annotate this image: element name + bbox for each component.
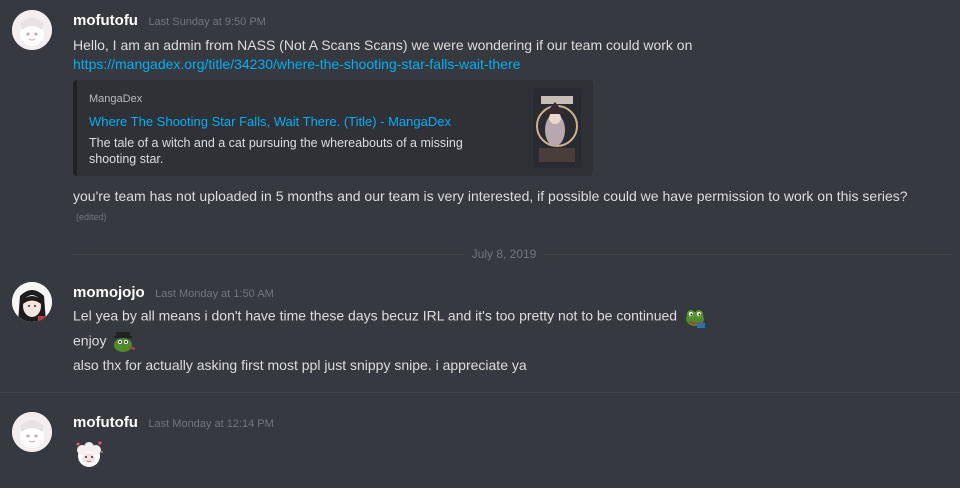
avatar-mofutofu-icon bbox=[12, 412, 52, 452]
message-text: enjoy bbox=[73, 331, 136, 353]
message-text-content: enjoy bbox=[73, 332, 107, 349]
manga-cover-icon bbox=[533, 88, 581, 168]
embed-description: The tale of a witch and a cat pursuing t… bbox=[89, 136, 463, 166]
embed-title[interactable]: Where The Shooting Star Falls, Wait Ther… bbox=[89, 114, 451, 129]
edited-label: (edited) bbox=[76, 212, 107, 222]
username[interactable]: momojojo bbox=[73, 284, 145, 301]
avatar[interactable] bbox=[12, 282, 52, 322]
embed-provider: MangaDex bbox=[89, 93, 143, 105]
date-divider-label: July 8, 2019 bbox=[463, 247, 545, 261]
message-group-1: mofutofu Last Sunday at 9:50 PM Hello, I… bbox=[0, 0, 960, 240]
message-group-2: momojojo Last Monday at 1:50 AM Lel yea … bbox=[0, 276, 960, 386]
embed-thumbnail[interactable] bbox=[533, 88, 581, 168]
pepe-hat-emoji-icon[interactable] bbox=[113, 331, 136, 353]
message-group-3: mofutofu Last Monday at 12:14 PM bbox=[0, 404, 960, 488]
message-emoji-only bbox=[73, 438, 105, 470]
avatar-momojojo-icon bbox=[12, 282, 52, 322]
avatar[interactable] bbox=[12, 412, 52, 452]
timestamp: Last Monday at 1:50 AM bbox=[155, 288, 274, 300]
avatar-mofutofu-icon bbox=[12, 10, 52, 50]
username[interactable]: mofutofu bbox=[73, 12, 138, 29]
message-separator bbox=[0, 392, 960, 393]
timestamp: Last Monday at 12:14 PM bbox=[148, 418, 274, 430]
message-text: you're team has not uploaded in 5 months… bbox=[73, 188, 908, 204]
timestamp: Last Sunday at 9:50 PM bbox=[148, 16, 266, 28]
sheep-emoji-icon[interactable] bbox=[73, 438, 105, 470]
link-embed: MangaDex Where The Shooting Star Falls, … bbox=[73, 80, 593, 176]
message-text: Lel yea by all means i don't have time t… bbox=[73, 306, 706, 328]
message-text: Hello, I am an admin from NASS (Not A Sc… bbox=[73, 37, 693, 53]
username[interactable]: mofutofu bbox=[73, 414, 138, 431]
message-link[interactable]: https://mangadex.org/title/34230/where-t… bbox=[73, 55, 520, 73]
avatar[interactable] bbox=[12, 10, 52, 50]
pepe-emoji-icon[interactable] bbox=[684, 306, 706, 328]
message-text: also thx for actually asking first most … bbox=[73, 357, 527, 373]
message-text-content: Lel yea by all means i don't have time t… bbox=[73, 307, 678, 324]
